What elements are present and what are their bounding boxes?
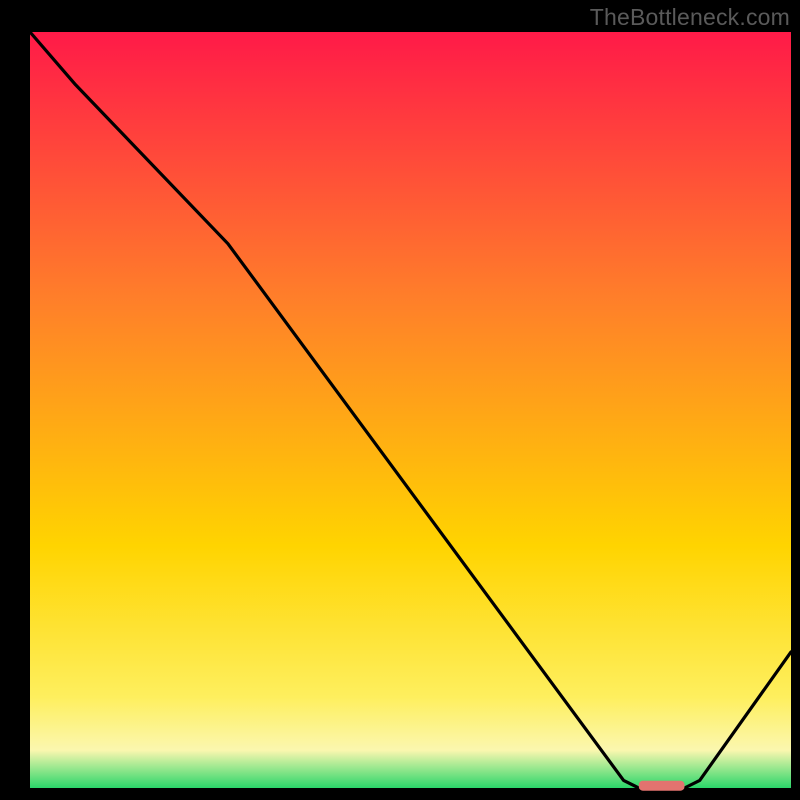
plot-area <box>30 32 791 788</box>
attribution-text: TheBottleneck.com <box>590 4 790 31</box>
optimal-range-marker <box>639 781 685 791</box>
bottleneck-chart <box>0 0 800 800</box>
chart-container: { "attribution": "TheBottleneck.com", "c… <box>0 0 800 800</box>
